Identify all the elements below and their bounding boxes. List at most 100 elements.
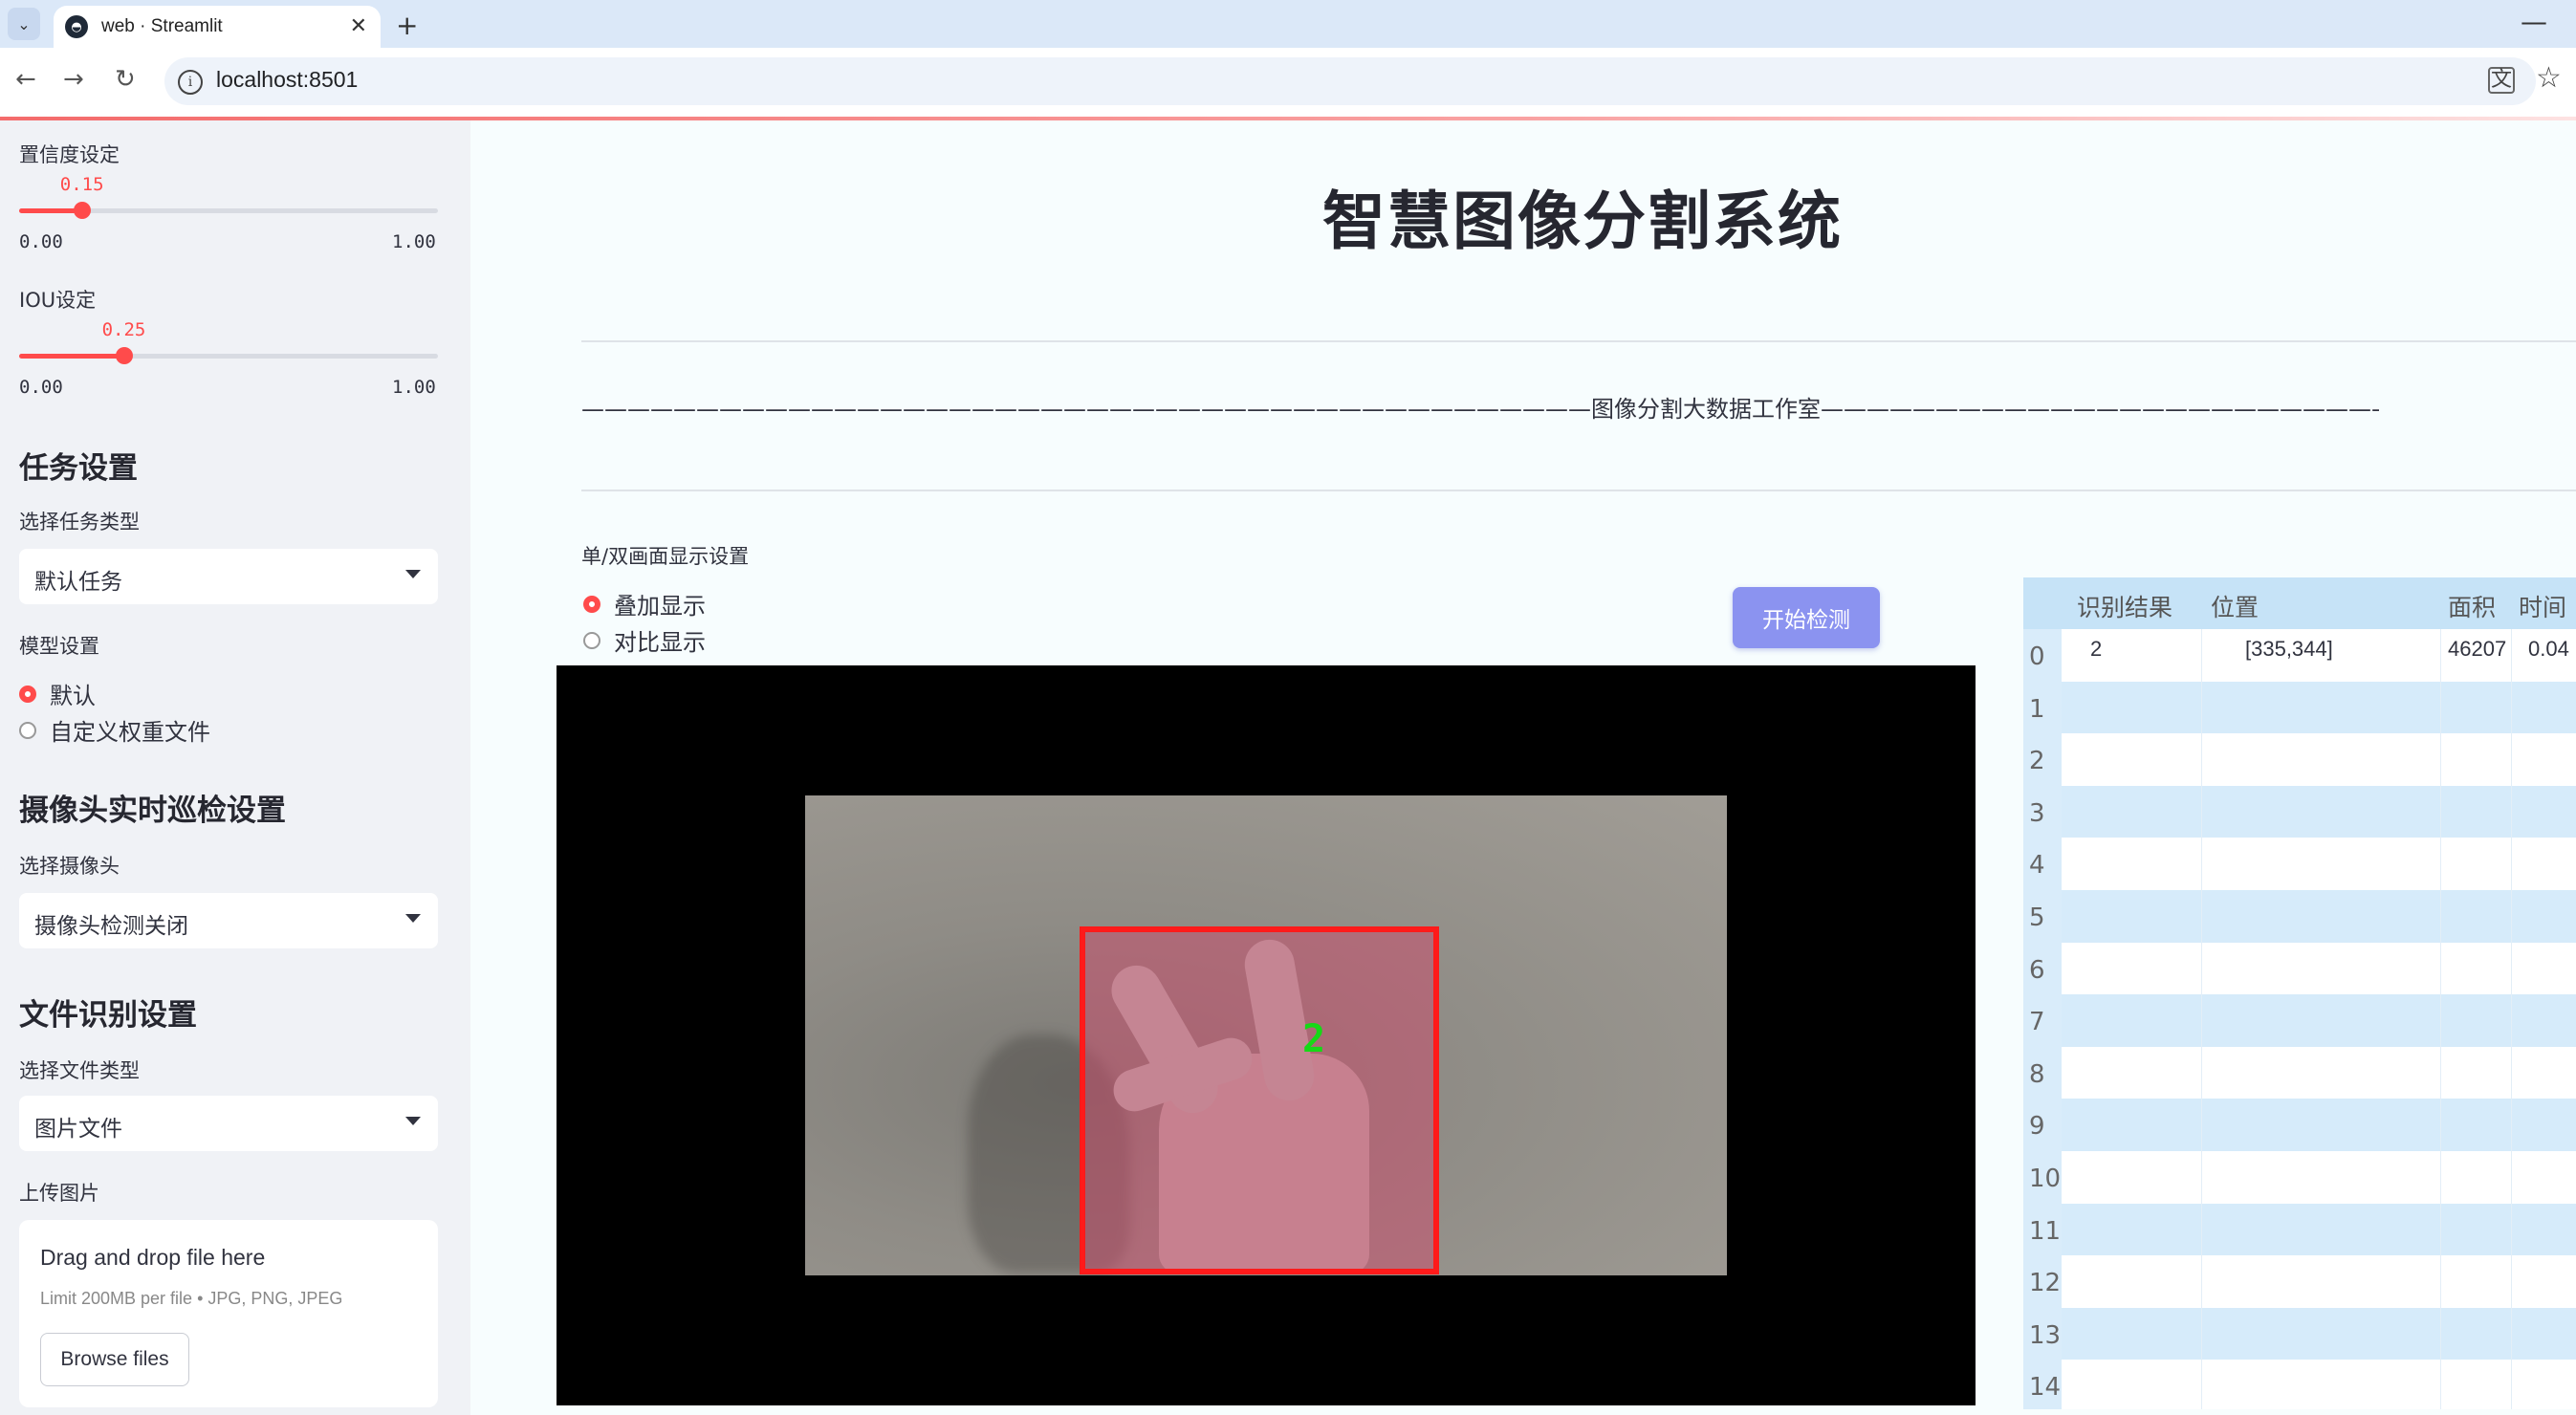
- radio-unselected-icon[interactable]: [19, 721, 36, 739]
- row-index-cell: 10: [2023, 1151, 2062, 1204]
- table-row[interactable]: 1: [2023, 681, 2576, 734]
- row-index-cell: 8: [2023, 1046, 2062, 1099]
- site-info-icon[interactable]: i: [178, 70, 203, 95]
- iou-value: 0.25: [101, 319, 146, 340]
- row-index: 14: [2029, 1373, 2062, 1403]
- camera-select-value: 摄像头检测关闭: [34, 914, 188, 939]
- table-row[interactable]: 2: [2023, 733, 2576, 786]
- detection-bounding-box: [1080, 926, 1439, 1274]
- radio-selected-icon[interactable]: [19, 685, 36, 703]
- row-index: 8: [2029, 1059, 2045, 1089]
- table-row[interactable]: 8: [2023, 1046, 2576, 1099]
- model-option-label: 自定义权重文件: [50, 719, 210, 746]
- new-tab-icon[interactable]: +: [396, 10, 418, 41]
- drop-zone-title: Drag and drop file here: [40, 1245, 266, 1270]
- row-index-cell: 5: [2023, 890, 2062, 943]
- column-header-area[interactable]: 面积: [2448, 589, 2496, 623]
- row-index-cell: 2: [2023, 733, 2062, 786]
- iou-slider-fill: [19, 354, 124, 359]
- row-index-cell: 11: [2023, 1203, 2062, 1256]
- table-row[interactable]: 14: [2023, 1360, 2576, 1409]
- table-row[interactable]: 5: [2023, 890, 2576, 943]
- table-row[interactable]: 10: [2023, 1151, 2576, 1204]
- reload-icon[interactable]: ↻: [115, 65, 136, 94]
- display-option-overlay[interactable]: 叠加显示: [583, 587, 706, 620]
- row-index: 0: [2029, 642, 2045, 671]
- iou-min: 0.00: [19, 377, 63, 398]
- row-index-cell: 7: [2023, 994, 2062, 1047]
- table-row[interactable]: 12: [2023, 1255, 2576, 1308]
- iou-label: IOU设定: [19, 289, 97, 312]
- chevron-down-icon: [405, 1117, 421, 1125]
- table-row[interactable]: 11: [2023, 1203, 2576, 1256]
- column-header-result[interactable]: 识别结果: [2077, 589, 2172, 623]
- iou-slider[interactable]: [19, 347, 438, 364]
- forward-icon[interactable]: →: [63, 65, 84, 94]
- row-index: 11: [2029, 1216, 2062, 1246]
- confidence-slider[interactable]: [19, 202, 438, 219]
- iou-max: 1.00: [392, 377, 436, 398]
- browser-tab[interactable]: ◓ web · Streamlit ✕: [54, 6, 381, 48]
- close-tab-icon[interactable]: ✕: [350, 14, 367, 38]
- file-type-label: 选择文件类型: [19, 1059, 140, 1082]
- table-row[interactable]: 0 2 [335,344] 46207 0.04: [2023, 629, 2576, 682]
- table-header: 识别结果 位置 面积 时间: [2023, 577, 2576, 629]
- table-row[interactable]: 7: [2023, 994, 2576, 1047]
- detection-class-label: 2: [1302, 1017, 1326, 1061]
- table-row[interactable]: 6: [2023, 942, 2576, 995]
- row-index-cell: 4: [2023, 838, 2062, 890]
- browse-files-button[interactable]: Browse files: [40, 1333, 189, 1386]
- model-option-default[interactable]: 默认: [19, 677, 96, 710]
- confidence-max: 1.00: [392, 231, 436, 252]
- table-row[interactable]: 4: [2023, 838, 2576, 890]
- radio-selected-icon[interactable]: [583, 595, 600, 613]
- iou-slider-thumb[interactable]: [115, 347, 133, 364]
- radio-unselected-icon[interactable]: [583, 631, 600, 649]
- row-index-cell: 13: [2023, 1307, 2062, 1361]
- confidence-label: 置信度设定: [19, 143, 120, 166]
- column-header-position[interactable]: 位置: [2211, 589, 2259, 623]
- tab-list-icon[interactable]: ⌄: [8, 8, 40, 40]
- upload-label: 上传图片: [19, 1182, 99, 1205]
- row-index: 10: [2029, 1165, 2062, 1193]
- camera-settings-heading: 摄像头实时巡检设置: [19, 794, 286, 828]
- address-bar-row: ← → ↻ i localhost:8501 文 ☆: [0, 48, 2576, 117]
- minimize-window-icon[interactable]: —: [2521, 6, 2547, 37]
- browser-tab-bar: ⌄ ◓ web · Streamlit ✕ + —: [0, 0, 2576, 48]
- image-viewer: 2: [557, 665, 1976, 1405]
- sidebar: 置信度设定 0.15 0.00 1.00 IOU设定 0.25 0.00 1.0…: [0, 120, 470, 1415]
- table-row[interactable]: 13: [2023, 1307, 2576, 1361]
- chevron-down-icon: [405, 570, 421, 578]
- table-row[interactable]: 9: [2023, 1099, 2576, 1151]
- file-type-value: 图片文件: [34, 1117, 122, 1142]
- column-header-time[interactable]: 时间: [2519, 589, 2566, 623]
- model-option-custom[interactable]: 自定义权重文件: [19, 713, 210, 747]
- studio-banner: ————————————————————————————————————————…: [581, 396, 2379, 423]
- file-type-select[interactable]: 图片文件: [19, 1096, 438, 1151]
- row-index: 13: [2029, 1320, 2062, 1350]
- translate-icon[interactable]: 文: [2488, 67, 2515, 94]
- row-index-cell: 1: [2023, 681, 2062, 734]
- task-type-select[interactable]: 默认任务: [19, 549, 438, 604]
- camera-select[interactable]: 摄像头检测关闭: [19, 893, 438, 948]
- row-index: 3: [2029, 798, 2045, 828]
- chevron-down-icon: [405, 914, 421, 923]
- cell-time: 0.04: [2528, 637, 2569, 661]
- row-index-cell: 12: [2023, 1255, 2062, 1308]
- confidence-slider-thumb[interactable]: [73, 202, 91, 219]
- model-option-label: 默认: [50, 683, 96, 709]
- detection-image: 2: [805, 795, 1727, 1275]
- back-icon[interactable]: ←: [15, 65, 36, 94]
- url-text[interactable]: localhost:8501: [216, 67, 358, 93]
- tab-title: web · Streamlit: [101, 16, 223, 36]
- display-option-compare[interactable]: 对比显示: [583, 623, 706, 657]
- results-table[interactable]: 识别结果 位置 面积 时间 0 2 [335,344] 46207 0.04 1 2 3 4 5 6…: [2023, 577, 2576, 1409]
- bookmark-star-icon[interactable]: ☆: [2536, 61, 2562, 95]
- drop-zone-limit: Limit 200MB per file • JPG, PNG, JPEG: [40, 1289, 343, 1308]
- start-detection-button[interactable]: 开始检测: [1733, 587, 1880, 648]
- url-field[interactable]: [164, 57, 2536, 105]
- row-index-cell: 0: [2023, 629, 2062, 682]
- page-title: 智慧图像分割系统: [1322, 185, 1843, 258]
- file-uploader-dropzone[interactable]: Drag and drop file here Limit 200MB per …: [19, 1220, 438, 1407]
- table-row[interactable]: 3: [2023, 785, 2576, 838]
